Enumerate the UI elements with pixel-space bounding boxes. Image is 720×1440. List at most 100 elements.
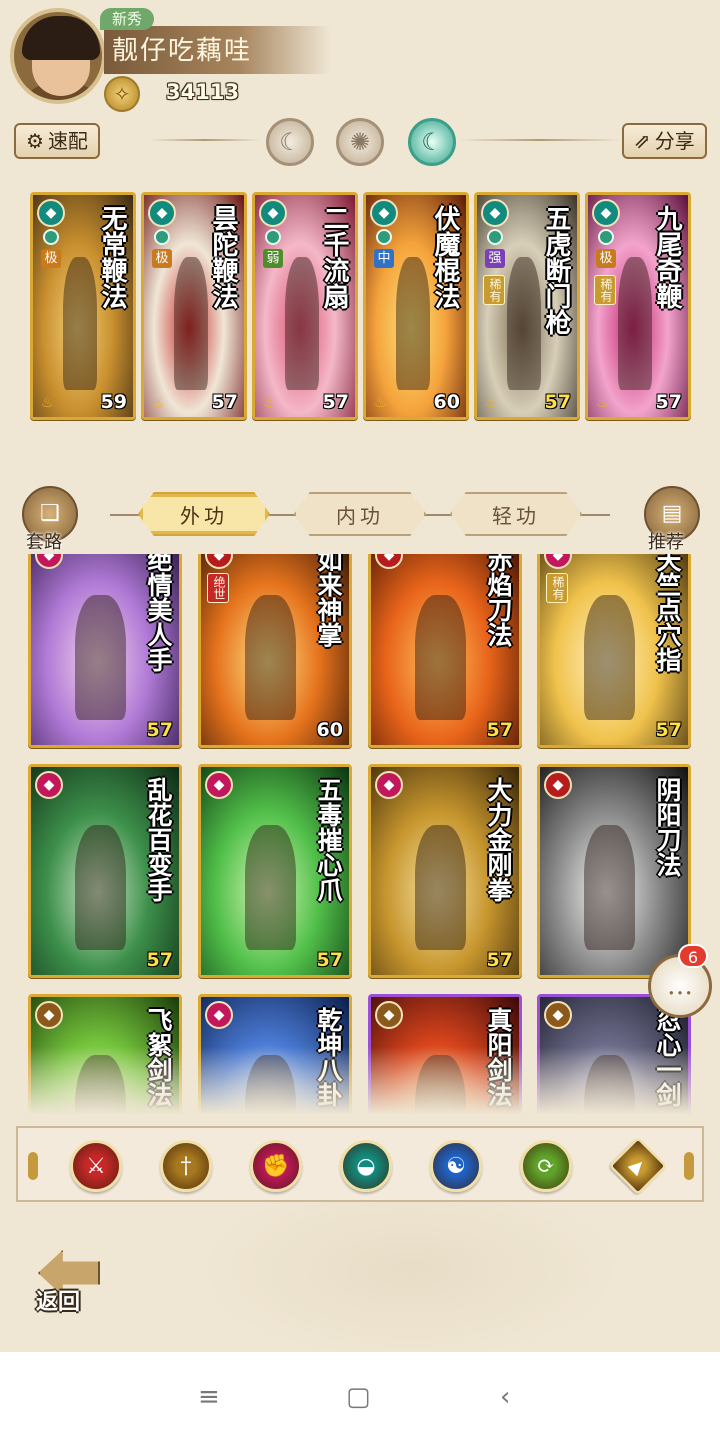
moon-phase-icon [154,229,170,245]
skill-title: 九尾奇鞭 [652,205,682,309]
tab-outer[interactable]: 外功 [138,492,270,536]
character-figure [75,825,126,951]
school-icon: ◆ [370,199,398,227]
menu-icon[interactable]: ≡ [198,1382,220,1412]
school-icon: ◆ [259,199,287,227]
back-button[interactable]: 返回 [30,1250,102,1316]
skill-title: 伏魔棍法 [430,205,460,309]
school-filter-bar: ⚔ † ✊ ◒ ☯ ⟳ ▲ [16,1126,704,1202]
character-figure [415,595,466,721]
quick-match-label: 速配 [47,129,88,153]
player-avatar[interactable] [10,8,106,104]
taiji-icon[interactable]: ☯ [430,1140,482,1192]
skill-card[interactable]: ◆ 五毒摧心爪 57 [198,764,352,978]
skill-card[interactable]: ◆ 赤焰刀法 57 [368,554,522,748]
power-value: 34113 [166,80,240,104]
scroll-icon: ▤ [661,501,683,526]
school-icon: ◆ [35,771,63,799]
skill-card[interactable]: ◆ 乱花百变手 57 [28,764,182,978]
skill-title: 天竺点穴指 [653,554,682,672]
equipped-skill-card[interactable]: ◆ 强稀有 五虎断门枪 57 ♨ [474,192,580,420]
filter-right-cap [684,1152,694,1180]
character-figure [245,595,296,721]
skill-card[interactable]: ◆ 稀有 天竺点穴指 57 [537,554,691,748]
rare-badge: 稀有 [594,275,616,305]
affinity-tag: 极 [596,249,616,268]
share-icon: ⇗ [634,129,651,153]
skill-card[interactable]: ◆ 大力金刚拳 57 [368,764,522,978]
routine-label: 套路 [26,532,62,553]
rare-badge: 稀有 [483,275,505,305]
skill-level: 57 [322,391,349,413]
character-figure [174,257,208,391]
skill-card[interactable]: ◆ 乾坤八卦 [198,994,352,1114]
header-divider-left [150,139,260,141]
skill-level: 60 [433,391,460,413]
equipped-skill-card[interactable]: ◆ 极 无常鞭法 59 ♨ [30,192,136,420]
chat-bubble-icon: … [667,971,693,1001]
character-figure [396,257,430,391]
equipped-skill-card[interactable]: ◆ 中 伏魔棍法 60 ♨ [363,192,469,420]
rookie-tag: 新秀 [100,8,155,30]
skill-title: 阴阳刀法 [653,777,682,877]
school-icon: ◆ [481,199,509,227]
school-icon: ◆ [592,199,620,227]
affinity-tag: 极 [41,249,61,268]
affinity-tag: 中 [374,249,394,268]
back-label: 返回 [36,1289,81,1315]
fan-icon[interactable]: ◒ [340,1140,392,1192]
sun-phase-button[interactable]: ✺ [336,118,384,166]
gear-icon: ⚙ [26,129,44,153]
character-figure [245,825,296,951]
character-figure [285,257,319,391]
character-figure [507,257,541,391]
skill-card[interactable]: ◆ 阴阳刀法 [537,764,691,978]
special-icon[interactable]: ▲ [608,1136,668,1196]
skill-level: 57 [211,391,238,413]
equipped-skill-card[interactable]: ◆ 极 昙陀鞭法 57 ♨ [141,192,247,420]
quick-match-button[interactable]: ⚙ 速配 [14,123,100,159]
skill-level: 57 [544,391,571,413]
share-button[interactable]: ⇗ 分享 [622,123,707,159]
flame-icon: ♨ [41,395,54,411]
school-icon: ◆ [375,1001,403,1029]
power-icon: ✧ [104,76,140,112]
sun-icon: ✺ [349,128,371,156]
player-name: 靓仔吃藕哇 [112,36,253,66]
skill-level: 60 [316,719,343,741]
tab-light[interactable]: 轻功 [450,492,582,536]
header-divider-right [460,139,620,141]
blade-icon[interactable]: ⚔ [70,1140,122,1192]
sword-icon[interactable]: † [160,1140,212,1192]
flame-icon: ♨ [596,395,609,411]
filter-left-cap [28,1152,38,1180]
moon-phase-button[interactable]: ☾ [266,118,314,166]
school-icon: ◆ [37,199,65,227]
book-icon: ❑ [40,501,60,526]
skill-title: 如来神掌 [314,554,343,647]
equipped-skill-card[interactable]: ◆ 极稀有 九尾奇鞭 57 ♨ [585,192,691,420]
equipped-skill-card[interactable]: ◆ 弱 二千流扇 57 ♨ [252,192,358,420]
skill-title: 大力金刚拳 [484,777,513,902]
flame-icon: ♨ [485,395,498,411]
avatar-hair [22,16,100,60]
whip-icon[interactable]: ⟳ [520,1140,572,1192]
crescent-phase-button[interactable]: ☾ [408,118,456,166]
skill-title: 绝情美人手 [144,554,173,672]
skill-card[interactable]: ◆ 绝世 如来神掌 60 [198,554,352,748]
skill-level: 57 [486,949,513,971]
home-square-icon[interactable]: ▢ [346,1382,371,1412]
skill-card[interactable]: ◆ 飞絮剑法 [28,994,182,1114]
fist-icon[interactable]: ✊ [250,1140,302,1192]
skill-card[interactable]: ◆ 绝情美人手 57 [28,554,182,748]
character-figure [415,825,466,951]
share-label: 分享 [654,129,695,153]
skill-title: 二千流扇 [319,205,349,309]
skill-level: 57 [655,719,682,741]
affinity-tag: 弱 [263,249,283,268]
tab-inner[interactable]: 内功 [294,492,426,536]
skill-card[interactable]: ◆ 真阳剑法 [368,994,522,1114]
skill-title: 昙陀鞭法 [208,205,238,309]
skill-level: 57 [655,391,682,413]
back-chevron-icon[interactable]: ‹ [500,1382,510,1412]
